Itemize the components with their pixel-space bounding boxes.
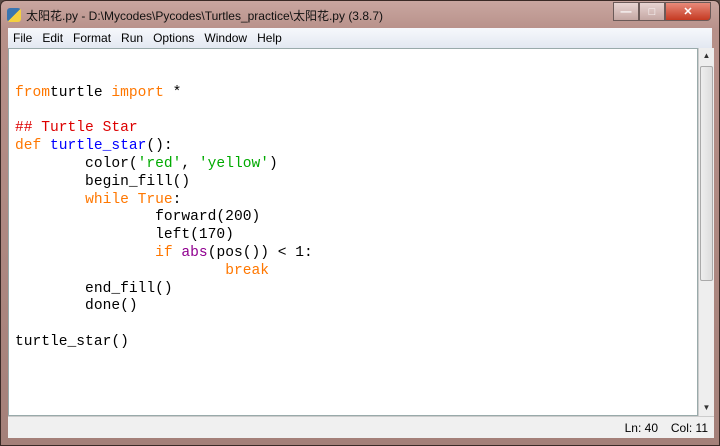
python-file-icon	[7, 8, 21, 22]
code-editor[interactable]: fromturtle import * ## Turtle Star def tur…	[8, 48, 698, 416]
code-line: left(170)	[15, 227, 313, 245]
menu-edit[interactable]: Edit	[37, 31, 68, 45]
menu-file[interactable]: File	[8, 31, 37, 45]
code-token: done()	[15, 298, 138, 315]
code-token: ## Turtle Star	[15, 120, 138, 137]
code-token: 'red'	[137, 155, 182, 172]
code-line: break	[15, 263, 313, 281]
code-token: break	[225, 262, 269, 279]
code-token: *	[163, 84, 182, 101]
scroll-up-arrow-icon[interactable]: ▲	[699, 48, 714, 64]
code-line: begin_fill()	[15, 174, 313, 192]
menu-window[interactable]: Window	[199, 31, 252, 45]
code-token: color(	[15, 155, 138, 172]
code-token: while	[85, 191, 129, 208]
code-line: if abs(pos()) < 1:	[15, 245, 313, 263]
code-token: ,	[181, 155, 199, 172]
code-token: import	[111, 84, 164, 101]
column-number: Col: 11	[670, 421, 708, 435]
maximize-button[interactable]: □	[639, 2, 665, 21]
code-line: end_fill()	[15, 281, 313, 299]
code-token: forward(200)	[15, 209, 261, 226]
code-token: end_fill()	[15, 280, 173, 297]
status-bar: Ln: 40 Col: 11	[8, 416, 714, 438]
code-token: def	[15, 138, 42, 155]
title-bar: 太阳花.py - D:\Mycodes\Pycodes\Turtles_prac…	[7, 5, 383, 25]
scroll-down-arrow-icon[interactable]: ▼	[699, 400, 714, 416]
scrollbar-thumb[interactable]	[700, 66, 713, 281]
menu-format[interactable]: Format	[68, 31, 116, 45]
code-line: color('red', 'yellow')	[15, 156, 313, 174]
code-token: turtle_star	[50, 138, 147, 155]
minimize-button[interactable]: —	[613, 2, 639, 21]
code-text[interactable]: fromturtle import * ## Turtle Star def tur…	[15, 67, 313, 352]
code-token: :	[172, 191, 182, 208]
code-token: (pos()) < 1:	[207, 244, 313, 261]
code-line: forward(200)	[15, 209, 313, 227]
code-token: 'yellow'	[198, 155, 269, 172]
code-token: if	[155, 244, 173, 261]
menu-help[interactable]: Help	[252, 31, 287, 45]
code-line: def turtle_star():	[15, 138, 313, 156]
code-token: left(170)	[15, 227, 234, 244]
code-token: ():	[146, 138, 173, 155]
menu-bar: File Edit Format Run Options Window Help	[8, 28, 712, 48]
code-token: from	[15, 84, 51, 101]
menu-options[interactable]: Options	[148, 31, 199, 45]
idle-window: 太阳花.py - D:\Mycodes\Pycodes\Turtles_prac…	[0, 0, 720, 446]
code-token: turtle	[50, 84, 112, 101]
menu-run[interactable]: Run	[116, 31, 148, 45]
code-token: True	[137, 191, 173, 208]
code-token: begin_fill()	[15, 173, 191, 190]
code-token: turtle_star()	[15, 333, 129, 350]
code-line: turtle_star()	[15, 334, 313, 352]
code-line: ## Turtle Star	[15, 120, 313, 138]
code-line: while True:	[15, 192, 313, 210]
close-button[interactable]: ✕	[665, 2, 711, 21]
line-number: Ln: 40	[624, 421, 658, 435]
code-line: done()	[15, 298, 313, 316]
code-token: abs	[181, 244, 208, 261]
code-line: fromturtle import *	[15, 85, 313, 103]
vertical-scrollbar[interactable]: ▲ ▼	[698, 48, 714, 416]
code-token: )	[268, 155, 278, 172]
window-title: 太阳花.py - D:\Mycodes\Pycodes\Turtles_prac…	[26, 8, 383, 23]
